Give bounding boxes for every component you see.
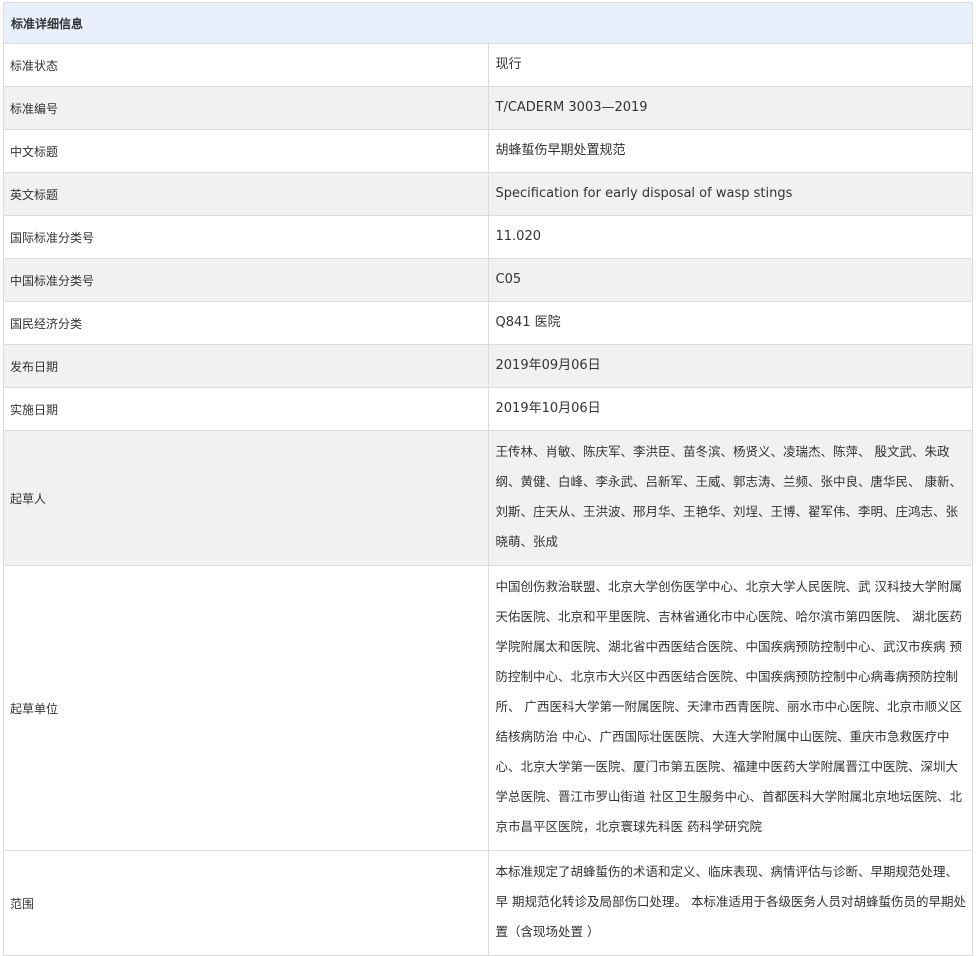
table-row-scope: 范围 本标准规定了胡蜂蜇伤的术语和定义、临床表现、病情评估与诊断、早期规范处理、… (3, 850, 973, 956)
table-row-drafting-units: 起草单位 中国创伤救治联盟、北京大学创伤医学中心、北京大学人民医院、武 汉科技大… (3, 565, 973, 851)
table-row-en-title: 英文标题 Specification for early disposal of… (3, 172, 973, 216)
row-label: 标准编号 (3, 86, 489, 130)
row-label: 国民经济分类 (3, 301, 489, 345)
table-header-row: 标准详细信息 (3, 2, 973, 44)
row-value: 2019年10月06日 (487, 387, 973, 431)
row-label: 国际标准分类号 (3, 215, 489, 259)
row-label: 范围 (3, 850, 489, 956)
table-row-economy: 国民经济分类 Q841 医院 (3, 301, 973, 345)
table-row-cn-title: 中文标题 胡蜂蜇伤早期处置规范 (3, 129, 973, 173)
row-label: 起草单位 (3, 565, 489, 851)
row-value: C05 (487, 258, 973, 302)
table-row-drafters: 起草人 王传林、肖敏、陈庆军、李洪臣、苗冬滨、杨贤义、凌瑞杰、陈萍、 殷文武、朱… (3, 430, 973, 566)
table-row-effective-date: 实施日期 2019年10月06日 (3, 387, 973, 431)
row-value: Specification for early disposal of wasp… (487, 172, 973, 216)
row-label: 起草人 (3, 430, 489, 566)
row-value: 王传林、肖敏、陈庆军、李洪臣、苗冬滨、杨贤义、凌瑞杰、陈萍、 殷文武、朱政纲、黄… (487, 430, 973, 566)
standard-detail-panel: 标准详细信息 标准状态 现行 标准编号 T/CADERM 3003—2019 中… (3, 2, 975, 956)
row-value: 胡蜂蜇伤早期处置规范 (487, 129, 973, 173)
row-value: 2019年09月06日 (487, 344, 973, 388)
table-row-publish-date: 发布日期 2019年09月06日 (3, 344, 973, 388)
row-label: 发布日期 (3, 344, 489, 388)
standard-detail-table: 标准详细信息 标准状态 现行 标准编号 T/CADERM 3003—2019 中… (3, 2, 973, 956)
row-label: 英文标题 (3, 172, 489, 216)
row-value: Q841 医院 (487, 301, 973, 345)
row-value: 11.020 (487, 215, 973, 259)
row-value: 本标准规定了胡蜂蜇伤的术语和定义、临床表现、病情评估与诊断、早期规范处理、早 期… (487, 850, 973, 956)
row-value: 现行 (487, 43, 973, 87)
row-label: 实施日期 (3, 387, 489, 431)
table-row-ics: 国际标准分类号 11.020 (3, 215, 973, 259)
row-value: 中国创伤救治联盟、北京大学创伤医学中心、北京大学人民医院、武 汉科技大学附属天佑… (487, 565, 973, 851)
row-label: 标准状态 (3, 43, 489, 87)
row-label: 中文标题 (3, 129, 489, 173)
panel-title: 标准详细信息 (3, 2, 973, 44)
table-row-number: 标准编号 T/CADERM 3003—2019 (3, 86, 973, 130)
table-row-ccs: 中国标准分类号 C05 (3, 258, 973, 302)
row-label: 中国标准分类号 (3, 258, 489, 302)
table-row-status: 标准状态 现行 (3, 43, 973, 87)
row-value: T/CADERM 3003—2019 (487, 86, 973, 130)
